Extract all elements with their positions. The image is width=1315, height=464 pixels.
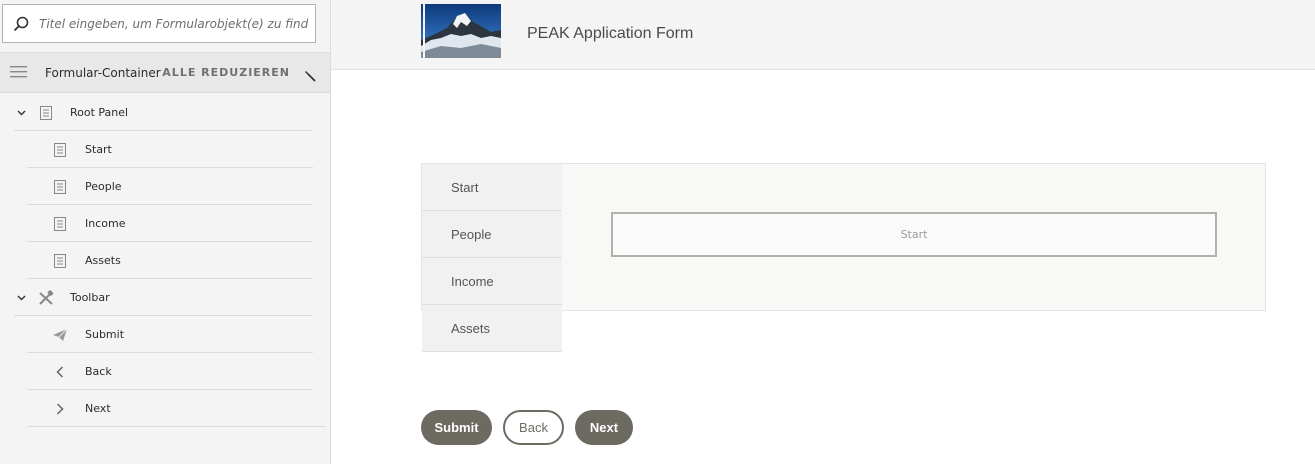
tree-item-submit[interactable]: Submit: [0, 316, 330, 353]
panel-icon: [52, 179, 68, 195]
tree-item-back[interactable]: Back: [0, 353, 330, 390]
back-button[interactable]: Back: [503, 410, 564, 445]
search-input[interactable]: [39, 16, 309, 31]
paper-plane-icon: [52, 327, 68, 343]
search-box[interactable]: [2, 4, 316, 43]
form-container-label: Formular-Container: [45, 65, 161, 80]
sidebar: Formular-Container ALLE REDUZIEREN Root …: [0, 0, 331, 464]
tree-item-people[interactable]: People: [0, 168, 330, 205]
tree-item-label: People: [85, 180, 122, 193]
tree-item-label: Submit: [85, 328, 125, 341]
form-title: PEAK Application Form: [527, 25, 694, 42]
tree-item-label: Toolbar: [70, 291, 110, 304]
form-header: PEAK Application Form: [331, 0, 1315, 70]
tree-item-start[interactable]: Start: [0, 131, 330, 168]
panel-icon: [52, 253, 68, 269]
tree-item-label: Next: [85, 402, 111, 415]
hamburger-icon[interactable]: [10, 63, 27, 82]
next-button[interactable]: Next: [575, 410, 633, 445]
tab-people[interactable]: People: [422, 211, 562, 258]
form-container-row[interactable]: Formular-Container ALLE REDUZIEREN: [0, 52, 330, 93]
wrench-icon[interactable]: [304, 67, 316, 82]
wizard-panel: Start People Income Assets Start: [421, 163, 1266, 352]
tree-item-label: Back: [85, 365, 112, 378]
chevron-down-icon[interactable]: [15, 107, 27, 119]
tree-item-label: Assets: [85, 254, 121, 267]
tree-item-label: Root Panel: [70, 106, 129, 119]
form-tree: Root Panel Start People Income Assets To…: [0, 94, 330, 427]
wizard-tabs: Start People Income Assets: [422, 164, 562, 352]
tree-item-next[interactable]: Next: [0, 390, 330, 427]
tab-income[interactable]: Income: [422, 258, 562, 305]
tree-item-label: Start: [85, 143, 112, 156]
tab-assets[interactable]: Assets: [422, 305, 562, 352]
tree-item-label: Income: [85, 217, 126, 230]
start-panel-placeholder[interactable]: Start: [611, 212, 1217, 257]
collapse-all-button[interactable]: ALLE REDUZIEREN: [162, 66, 290, 79]
chevron-right-icon: [52, 401, 68, 417]
panel-icon: [38, 105, 54, 121]
mountain-logo-image: [421, 4, 501, 58]
tree-item-assets[interactable]: Assets: [0, 242, 330, 279]
tree-item-root-panel[interactable]: Root Panel: [0, 94, 330, 131]
chevron-down-icon[interactable]: [15, 292, 27, 304]
submit-button[interactable]: Submit: [421, 410, 492, 445]
tree-item-income[interactable]: Income: [0, 205, 330, 242]
panel-icon: [52, 216, 68, 232]
tree-item-toolbar[interactable]: Toolbar: [0, 279, 330, 316]
chevron-left-icon: [52, 364, 68, 380]
tab-start[interactable]: Start: [422, 164, 562, 211]
toolbar-icon: [38, 289, 54, 306]
panel-icon: [52, 142, 68, 158]
search-icon: [3, 5, 39, 42]
